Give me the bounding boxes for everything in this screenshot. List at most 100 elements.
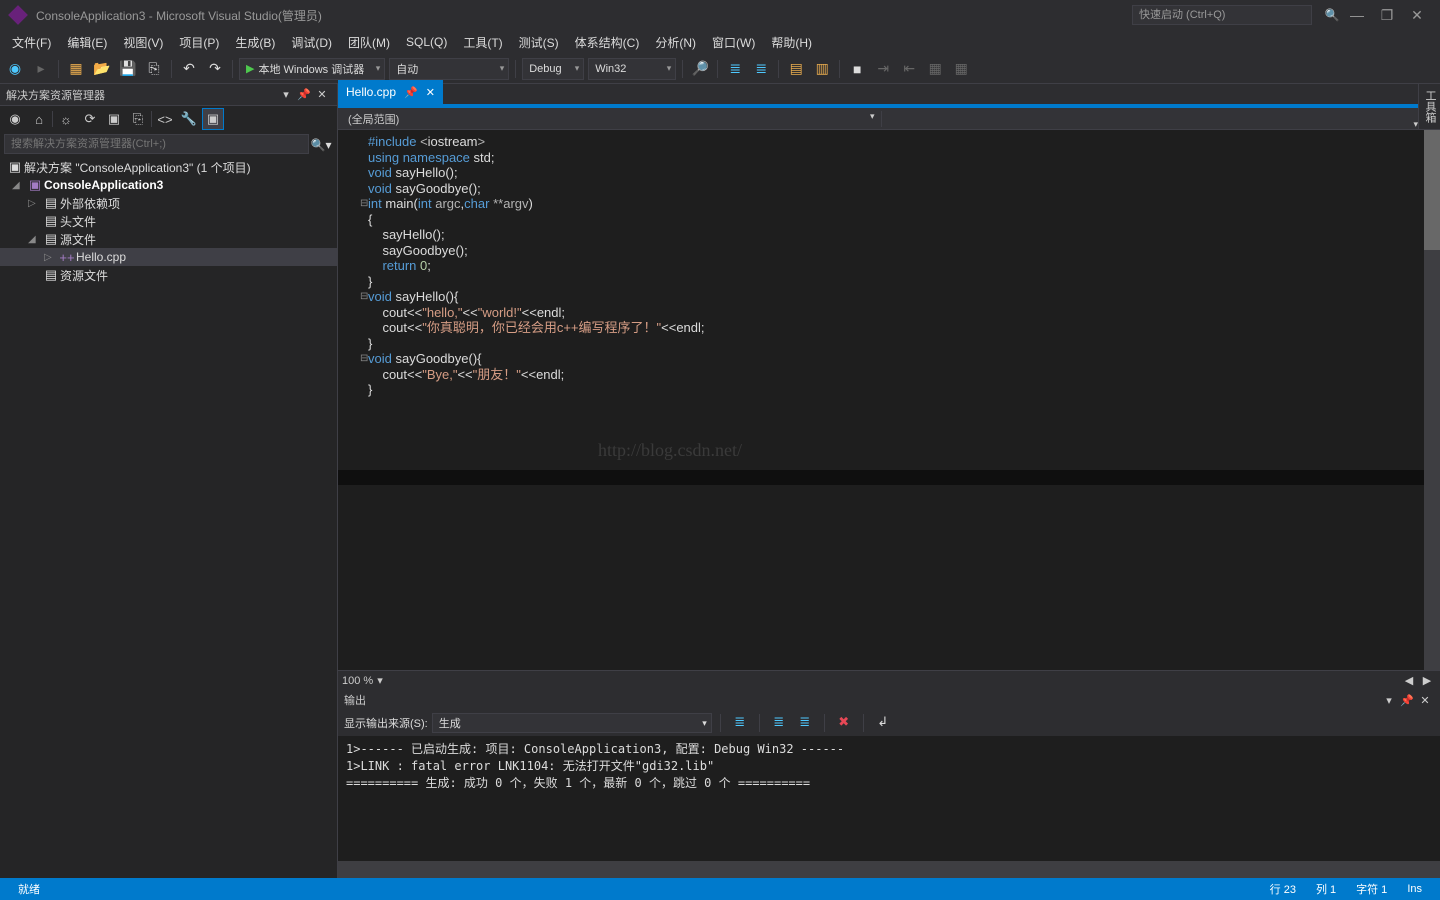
vs-logo-icon — [8, 5, 28, 25]
menu-item[interactable]: 体系结构(C) — [567, 34, 648, 51]
tab-pin-icon[interactable]: 📌 — [404, 86, 418, 99]
panel-dropdown-icon[interactable]: ▾ — [277, 88, 295, 101]
status-col: 列 1 — [1306, 881, 1346, 897]
tb-btn-g[interactable]: ▦ — [950, 58, 972, 80]
sol-refresh-icon[interactable]: ⟳ — [79, 108, 101, 130]
output-hscroll[interactable] — [338, 861, 1440, 878]
tree-sources[interactable]: ◢▤源文件 — [0, 230, 337, 248]
output-panel: 输出 ▾ 📌 ✕ 显示输出来源(S): 生成 ≣ ≣ ≣ ✖ ↲ 1>-----… — [338, 690, 1440, 878]
sol-showall-icon[interactable]: ⎘ — [127, 108, 149, 130]
menu-item[interactable]: 项目(P) — [171, 34, 227, 51]
sol-back-icon[interactable]: ◉ — [4, 108, 26, 130]
watermark-text: http://blog.csdn.net/ — [598, 440, 742, 461]
output-close-icon[interactable]: ✕ — [1416, 694, 1434, 707]
config-auto-dropdown[interactable]: 自动 — [389, 58, 509, 80]
menu-item[interactable]: 团队(M) — [340, 34, 398, 51]
titlebar: ConsoleApplication3 - Microsoft Visual S… — [0, 0, 1440, 30]
toolbar: ◉ ▸ ▦ 📂 💾 ⎘ ↶ ↷ ▶本地 Windows 调试器 自动 Debug… — [0, 54, 1440, 84]
panel-close-icon[interactable]: ✕ — [313, 88, 331, 101]
solution-explorer-header: 解决方案资源管理器 ▾ 📌 ✕ — [0, 84, 337, 106]
tree-project[interactable]: ◢▣ConsoleApplication3 — [0, 176, 337, 194]
comment-button[interactable]: ≣ — [724, 58, 746, 80]
sol-sync-icon[interactable]: ☼ — [55, 108, 77, 130]
tab-close-icon[interactable]: ✕ — [426, 86, 435, 99]
tree-solution-root[interactable]: ▣解决方案 "ConsoleApplication3" (1 个项目) — [0, 158, 337, 176]
tree-headers[interactable]: ▤头文件 — [0, 212, 337, 230]
scroll-left-icon[interactable]: ◀ — [1400, 674, 1418, 687]
status-line: 行 23 — [1260, 881, 1306, 897]
menu-item[interactable]: 分析(N) — [647, 34, 704, 51]
menu-item[interactable]: 编辑(E) — [59, 34, 115, 51]
nav-back-button[interactable]: ◉ — [4, 58, 26, 80]
zoom-dropdown[interactable]: 100 % — [342, 675, 373, 687]
tab-hello-cpp[interactable]: Hello.cpp 📌 ✕ — [338, 80, 443, 104]
output-goto-icon[interactable]: ≣ — [729, 712, 751, 734]
scroll-right-icon[interactable]: ▶ — [1418, 674, 1436, 687]
quick-launch-input[interactable]: 快速启动 (Ctrl+Q) — [1132, 5, 1312, 25]
toolbox-tab[interactable]: 工具箱 — [1418, 84, 1440, 129]
menu-item[interactable]: SQL(Q) — [398, 35, 455, 49]
menu-item[interactable]: 视图(V) — [115, 34, 171, 51]
close-button[interactable]: ✕ — [1402, 7, 1432, 24]
redo-button[interactable]: ↷ — [204, 58, 226, 80]
search-submit-icon[interactable]: 🔍▾ — [309, 134, 333, 154]
window-title: ConsoleApplication3 - Microsoft Visual S… — [36, 7, 1132, 24]
nav-breadcrumb: (全局范围) ✢ — [338, 108, 1440, 130]
search-icon[interactable]: 🔍 — [1322, 8, 1342, 22]
tb-btn-e[interactable]: ⇤ — [898, 58, 920, 80]
output-body[interactable]: 1>------ 已启动生成: 项目: ConsoleApplication3,… — [338, 736, 1440, 861]
editor-scrollbar[interactable] — [1424, 130, 1440, 670]
save-button[interactable]: 💾 — [117, 58, 139, 80]
tb-btn-d[interactable]: ⇥ — [872, 58, 894, 80]
tb-btn-c[interactable]: ■ — [846, 58, 868, 80]
tree-hello-cpp[interactable]: ▷++Hello.cpp — [0, 248, 337, 266]
tb-btn-b[interactable]: ▥ — [811, 58, 833, 80]
menu-item[interactable]: 窗口(W) — [704, 34, 763, 51]
sol-preview-icon[interactable]: ▣ — [202, 108, 224, 130]
output-prev-icon[interactable]: ≣ — [768, 712, 790, 734]
solution-tree: ▣解决方案 "ConsoleApplication3" (1 个项目) ◢▣Co… — [0, 156, 337, 878]
output-source-label: 显示输出来源(S): — [344, 715, 428, 731]
open-button[interactable]: 📂 — [91, 58, 113, 80]
sol-home-icon[interactable]: ⌂ — [28, 108, 50, 130]
output-pin-icon[interactable]: 📌 — [1398, 694, 1416, 707]
editor-tabs: Hello.cpp 📌 ✕ ▾ — [338, 84, 1440, 108]
new-project-button[interactable]: ▦ — [65, 58, 87, 80]
output-wrap-icon[interactable]: ↲ — [872, 712, 894, 734]
uncomment-button[interactable]: ≣ — [750, 58, 772, 80]
config-platform-dropdown[interactable]: Win32 — [588, 58, 676, 80]
menu-item[interactable]: 调试(D) — [283, 34, 340, 51]
output-source-dropdown[interactable]: 生成 — [432, 713, 712, 733]
output-dropdown-icon[interactable]: ▾ — [1380, 694, 1398, 707]
output-clear-icon[interactable]: ✖ — [833, 712, 855, 734]
sol-code-icon[interactable]: <> — [154, 108, 176, 130]
undo-button[interactable]: ↶ — [178, 58, 200, 80]
output-next-icon[interactable]: ≣ — [794, 712, 816, 734]
output-title: 输出 — [344, 692, 366, 708]
tree-external-deps[interactable]: ▷▤外部依赖项 — [0, 194, 337, 212]
solution-search-input[interactable] — [4, 134, 309, 154]
menu-item[interactable]: 帮助(H) — [763, 34, 820, 51]
config-debug-dropdown[interactable]: Debug — [522, 58, 584, 80]
code-editor[interactable]: #include <iostream>using namespace std;v… — [338, 130, 1440, 670]
solution-explorer-panel: 解决方案资源管理器 ▾ 📌 ✕ ◉ ⌂ ☼ ⟳ ▣ ⎘ <> 🔧 ▣ 🔍▾ ▣解… — [0, 84, 338, 878]
menu-item[interactable]: 工具(T) — [455, 34, 510, 51]
tree-resources[interactable]: ▤资源文件 — [0, 266, 337, 284]
start-debug-button[interactable]: ▶本地 Windows 调试器 — [239, 58, 385, 80]
sol-prop-icon[interactable]: 🔧 — [178, 108, 200, 130]
menu-item[interactable]: 测试(S) — [511, 34, 567, 51]
nav-fwd-button[interactable]: ▸ — [30, 58, 52, 80]
find-button[interactable]: 🔎 — [689, 58, 711, 80]
sol-collapse-icon[interactable]: ▣ — [103, 108, 125, 130]
panel-pin-icon[interactable]: 📌 — [295, 88, 313, 101]
nav-scope-dropdown[interactable]: (全局范围) — [338, 111, 882, 127]
save-all-button[interactable]: ⎘ — [143, 58, 165, 80]
menu-item[interactable]: 生成(B) — [227, 34, 283, 51]
tb-btn-a[interactable]: ▤ — [785, 58, 807, 80]
solution-toolbar: ◉ ⌂ ☼ ⟳ ▣ ⎘ <> 🔧 ▣ — [0, 106, 337, 132]
minimize-button[interactable]: — — [1342, 7, 1372, 23]
tb-btn-f[interactable]: ▦ — [924, 58, 946, 80]
status-ins: Ins — [1397, 883, 1432, 895]
menu-item[interactable]: 文件(F) — [4, 34, 59, 51]
maximize-button[interactable]: ❐ — [1372, 7, 1402, 24]
